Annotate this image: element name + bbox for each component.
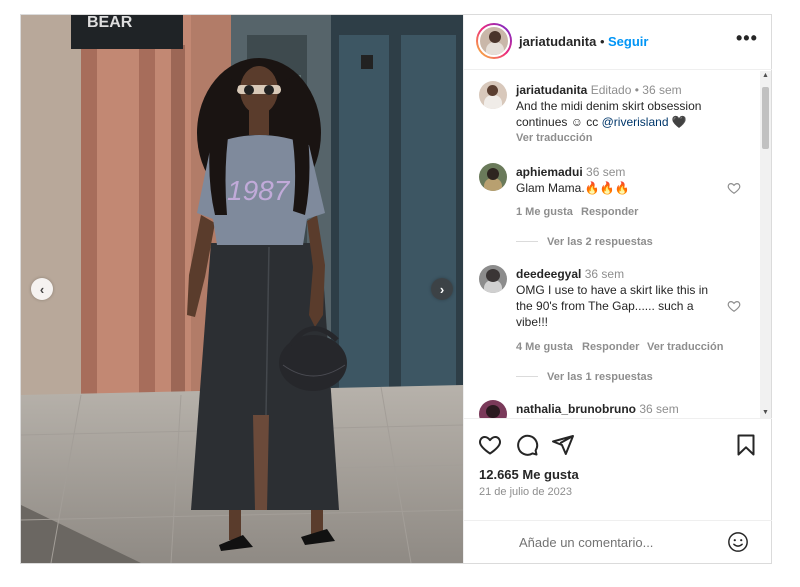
comment-username[interactable]: nathalia_brunobruno — [516, 402, 636, 416]
street-fashion-photo: BEAR 1987 — [21, 15, 463, 563]
comment-text: Glam Mama.🔥🔥🔥 — [516, 181, 630, 195]
caption-username[interactable]: jariatudanita — [516, 83, 587, 97]
bookmark-icon[interactable] — [734, 433, 758, 457]
replies-divider — [516, 376, 538, 377]
post-side-panel: jariatudanita • Seguir ••• jariatudanita… — [463, 15, 772, 563]
comment-header: nathalia_brunobruno 36 sem — [516, 401, 679, 417]
post-photo[interactable]: BEAR 1987 ‹ › — [21, 15, 463, 563]
caption-text-suffix: 🖤 — [668, 115, 687, 129]
comment-header: deedeegyal 36 sem — [516, 266, 624, 282]
smiley-icon[interactable] — [727, 531, 749, 553]
comment-text-line: vibe!!! — [516, 315, 549, 329]
post-date[interactable]: 21 de julio de 2023 — [479, 486, 572, 498]
view-replies-button[interactable]: Ver las 1 respuestas — [547, 371, 653, 383]
comment-translate-link[interactable]: Ver traducción — [647, 341, 723, 353]
caption-translate-link[interactable]: Ver traducción — [516, 132, 592, 144]
view-replies-button[interactable]: Ver las 2 respuestas — [547, 236, 653, 248]
comment-time: 36 sem — [586, 165, 626, 179]
comment-likes[interactable]: 1 Me gusta — [516, 206, 573, 218]
storefront-sign: BEAR — [87, 15, 133, 31]
comment-time: 36 sem — [584, 267, 625, 281]
comments-list[interactable]: jariatudanita Editado • 36 sem And the m… — [464, 71, 760, 418]
mention-link[interactable]: @riverisland — [602, 115, 669, 129]
author-username[interactable]: jariatudanita — [519, 34, 596, 49]
shirt-print: 1987 — [227, 175, 291, 206]
author-avatar[interactable] — [476, 23, 512, 59]
comment-input[interactable] — [519, 535, 719, 550]
caption-meta: Editado • 36 sem — [590, 83, 682, 97]
caption-text-prefix: continues ☺ cc — [516, 115, 602, 129]
replies-divider — [516, 241, 538, 242]
share-icon[interactable] — [551, 433, 575, 457]
scroll-up-arrow[interactable]: ▲ — [760, 71, 771, 81]
comment-username[interactable]: deedeegyal — [516, 267, 581, 281]
caption-text-line-2: continues ☺ cc @riverisland 🖤 — [516, 114, 687, 130]
post-dialog: BEAR 1987 ‹ › jariatudanita • Seguir •••… — [20, 14, 772, 564]
comment-avatar[interactable] — [479, 400, 507, 418]
comment-avatar[interactable] — [479, 265, 507, 293]
caption-header: jariatudanita Editado • 36 sem — [516, 82, 682, 98]
like-comment-heart-icon[interactable] — [727, 299, 741, 313]
reply-button[interactable]: Responder — [582, 341, 639, 353]
post-header: jariatudanita • Seguir ••• — [464, 15, 772, 70]
like-comment-heart-icon[interactable] — [727, 181, 741, 195]
comment-text-line: the 90's from The Gap...... such a — [516, 299, 694, 313]
scrollbar-thumb[interactable] — [762, 87, 769, 149]
next-image-button[interactable]: › — [431, 278, 453, 300]
reply-button[interactable]: Responder — [581, 206, 638, 218]
caption-text-line-1: And the midi denim skirt obsession — [516, 99, 702, 113]
previous-image-button[interactable]: ‹ — [31, 278, 53, 300]
header-separator: • — [600, 34, 605, 49]
comment-header: aphiemadui 36 sem — [516, 164, 625, 180]
comment-icon[interactable] — [515, 433, 539, 457]
comment-text-line: OMG I use to have a skirt like this in — [516, 283, 709, 297]
comment-time: 36 sem — [639, 402, 679, 416]
author-avatar-image — [478, 25, 510, 57]
comment-likes[interactable]: 4 Me gusta — [516, 341, 573, 353]
likes-count[interactable]: 12.665 Me gusta — [479, 467, 579, 482]
more-options-button[interactable]: ••• — [736, 28, 758, 49]
comment-avatar[interactable] — [479, 163, 507, 191]
post-actions: 12.665 Me gusta 21 de julio de 2023 — [464, 418, 772, 563]
caption-avatar[interactable] — [479, 81, 507, 109]
heart-icon[interactable] — [478, 433, 502, 457]
comment-composer — [464, 520, 772, 564]
follow-button[interactable]: Seguir — [608, 34, 648, 49]
comments-scrollbar[interactable]: ▲ ▼ — [760, 71, 771, 418]
comment-username[interactable]: aphiemadui — [516, 165, 583, 179]
scroll-down-arrow[interactable]: ▼ — [760, 408, 771, 418]
